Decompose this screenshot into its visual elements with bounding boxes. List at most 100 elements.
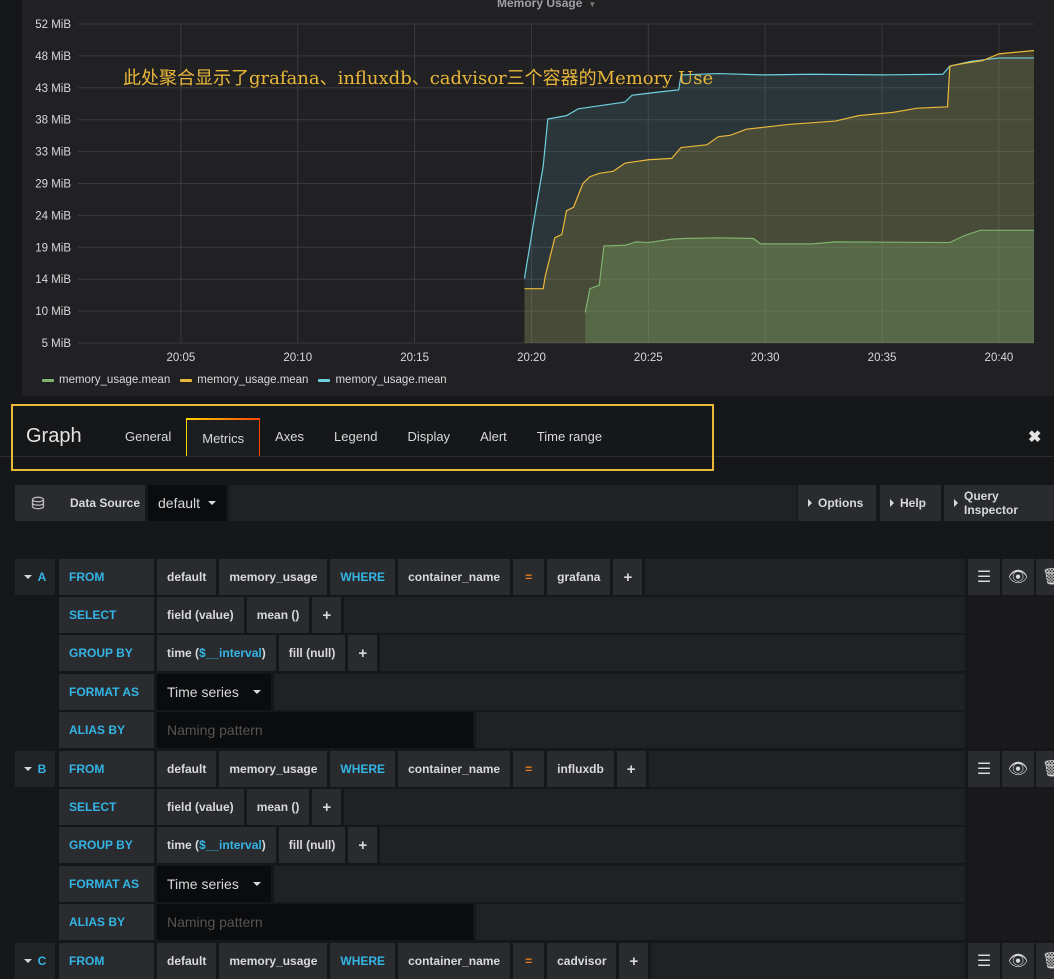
caret-down-icon	[253, 882, 261, 886]
x-tick-label: 20:20	[517, 352, 546, 364]
from-label: FROM	[59, 943, 154, 979]
from-label: FROM	[59, 751, 154, 787]
y-tick-label: 52 MiB	[35, 19, 71, 31]
x-tick-label: 20:25	[634, 352, 663, 364]
add-select-button[interactable]: +	[312, 789, 342, 825]
query-a-groupby-row: GROUP BY time ($__interval) fill (null) …	[59, 635, 965, 671]
select-field[interactable]: field (value)	[157, 789, 244, 825]
tag-operator[interactable]: =	[513, 943, 545, 979]
add-where-button[interactable]: +	[613, 559, 643, 595]
where-label: WHERE	[330, 559, 396, 595]
from-label: FROM	[59, 559, 154, 595]
measurement[interactable]: memory_usage	[219, 943, 328, 979]
query-c-toggle[interactable]: C	[15, 943, 55, 979]
tag-value[interactable]: influxdb	[547, 751, 614, 787]
groupby-time[interactable]: time ($__interval)	[157, 635, 276, 671]
legend-label: memory_usage.mean	[59, 374, 171, 386]
groupby-time[interactable]: time ($__interval)	[157, 827, 276, 863]
row-spacer	[344, 789, 965, 825]
y-tick-label: 29 MiB	[35, 179, 71, 191]
options-label: Options	[818, 496, 864, 510]
retention-policy[interactable]: default	[157, 751, 217, 787]
trash-icon[interactable]: 🗑	[1036, 943, 1054, 979]
x-tick-label: 20:10	[283, 352, 312, 364]
y-tick-label: 33 MiB	[35, 147, 71, 159]
data-source-select[interactable]: default	[148, 485, 227, 521]
measurement[interactable]: memory_usage	[219, 751, 328, 787]
y-tick-label: 48 MiB	[35, 51, 71, 63]
tag-operator[interactable]: =	[513, 751, 545, 787]
help-button[interactable]: Help	[880, 485, 941, 521]
retention-policy[interactable]: default	[157, 559, 217, 595]
annotation-text: 此处聚合显示了grafana、influxdb、cadvisor三个容器的Mem…	[123, 68, 714, 89]
format-select[interactable]: Time series	[157, 674, 271, 710]
query-b-select-row: SELECT field (value) mean () +	[59, 789, 965, 825]
eye-icon[interactable]: 👁	[1002, 751, 1034, 787]
alias-label: ALIAS BY	[59, 904, 154, 940]
query-a-from-row: FROM default memory_usage WHERE containe…	[59, 559, 965, 595]
legend-item[interactable]: memory_usage.mean	[318, 374, 447, 386]
query-a-toggle[interactable]: A	[15, 559, 55, 595]
tag-key[interactable]: container_name	[398, 943, 511, 979]
menu-icon[interactable]: ☰	[968, 751, 1000, 787]
groupby-fill[interactable]: fill (null)	[278, 827, 346, 863]
add-select-button[interactable]: +	[312, 597, 342, 633]
row-spacer	[476, 904, 965, 940]
x-tick-label: 20:40	[985, 352, 1014, 364]
select-label: SELECT	[59, 597, 154, 633]
close-icon[interactable]: ✖	[1028, 427, 1041, 447]
select-aggregation[interactable]: mean ()	[246, 789, 310, 825]
caret-down-icon	[23, 767, 32, 771]
tag-value[interactable]: cadvisor	[547, 943, 617, 979]
select-field[interactable]: field (value)	[157, 597, 244, 633]
tag-value[interactable]: grafana	[547, 559, 611, 595]
menu-icon[interactable]: ☰	[968, 559, 1000, 595]
query-inspector-button[interactable]: Query Inspector	[944, 485, 1054, 521]
add-where-button[interactable]: +	[619, 943, 649, 979]
row-spacer	[645, 559, 965, 595]
caret-right-icon	[808, 499, 812, 507]
format-value: Time series	[167, 684, 239, 700]
tag-operator[interactable]: =	[513, 559, 545, 595]
add-where-button[interactable]: +	[616, 751, 646, 787]
add-groupby-button[interactable]: +	[348, 635, 378, 671]
caret-down-icon	[23, 575, 32, 579]
options-button[interactable]: Options	[798, 485, 876, 521]
measurement[interactable]: memory_usage	[219, 559, 328, 595]
format-select[interactable]: Time series	[157, 866, 271, 902]
query-a-actions-pad	[968, 597, 1054, 748]
alias-input[interactable]	[157, 904, 473, 940]
alias-input[interactable]	[157, 712, 473, 748]
groupby-fill[interactable]: fill (null)	[278, 635, 346, 671]
query-b-from-row: FROM default memory_usage WHERE containe…	[59, 751, 965, 787]
select-aggregation[interactable]: mean ()	[246, 597, 310, 633]
legend-item[interactable]: memory_usage.mean	[42, 374, 170, 386]
trash-icon[interactable]: 🗑	[1036, 751, 1054, 787]
x-tick-label: 20:30	[751, 352, 780, 364]
legend-swatch-cyan	[318, 378, 331, 382]
query-a-format-row: FORMAT AS Time series	[59, 674, 965, 710]
trash-icon[interactable]: 🗑	[1036, 559, 1054, 595]
tag-key[interactable]: container_name	[398, 751, 511, 787]
tag-key[interactable]: container_name	[398, 559, 511, 595]
legend-item[interactable]: memory_usage.mean	[180, 374, 308, 386]
alias-label: ALIAS BY	[59, 712, 154, 748]
eye-icon[interactable]: 👁	[1002, 943, 1034, 979]
time-prefix: time (	[167, 838, 200, 852]
eye-icon[interactable]: 👁	[1002, 559, 1034, 595]
data-source-spacer	[229, 485, 798, 521]
menu-icon[interactable]: ☰	[968, 943, 1000, 979]
add-groupby-button[interactable]: +	[348, 827, 378, 863]
row-spacer	[648, 751, 965, 787]
database-icon	[15, 485, 60, 521]
query-b-format-row: FORMAT AS Time series	[59, 866, 965, 902]
data-source-value: default	[158, 495, 201, 511]
retention-policy[interactable]: default	[157, 943, 217, 979]
query-b-toggle[interactable]: B	[15, 751, 55, 787]
row-spacer	[380, 635, 965, 671]
legend-label: memory_usage.mean	[197, 374, 309, 386]
query-a-select-row: SELECT field (value) mean () +	[59, 597, 965, 633]
chart-legend: memory_usage.mean memory_usage.mean memo…	[42, 374, 447, 386]
query-a-alias-row: ALIAS BY	[59, 712, 965, 748]
row-spacer	[476, 712, 965, 748]
